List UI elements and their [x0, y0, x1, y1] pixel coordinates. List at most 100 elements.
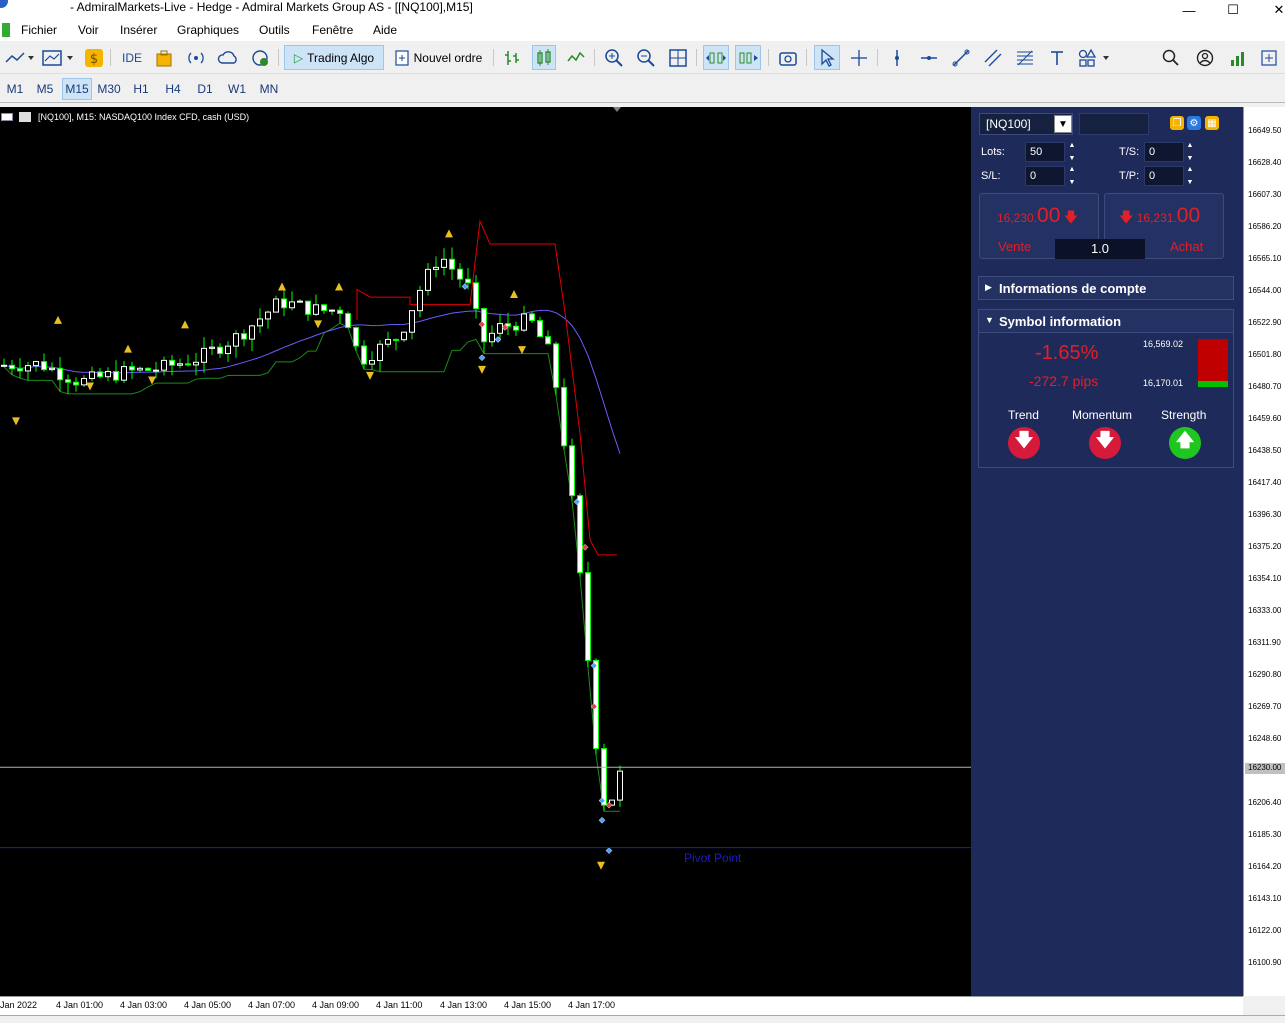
- menu-graphiques[interactable]: Graphiques: [177, 23, 239, 37]
- time-tick-label: 4 Jan 11:00: [376, 1000, 423, 1010]
- chart-template-dropdown[interactable]: [40, 45, 76, 70]
- tf-w1[interactable]: W1: [222, 78, 252, 100]
- spin-down-icon[interactable]: ▼: [1069, 179, 1076, 186]
- auto-scroll-button[interactable]: [703, 45, 729, 70]
- maximize-button[interactable]: ☐: [1210, 0, 1256, 20]
- channel-button[interactable]: [982, 45, 1004, 70]
- toolbar-separator: [594, 49, 595, 66]
- menu-aide[interactable]: Aide: [373, 23, 397, 37]
- chart-area[interactable]: [NQ100], M15: NASDAQ100 Index CFD, cash …: [0, 107, 971, 996]
- candle-body: [537, 320, 543, 338]
- account-info-header[interactable]: ▶ Informations de compte: [978, 276, 1234, 300]
- signals-button[interactable]: [184, 45, 208, 70]
- menu-fenetre[interactable]: Fenêtre: [312, 23, 353, 37]
- connection-status[interactable]: [1228, 45, 1250, 70]
- tf-m15[interactable]: M15: [62, 78, 92, 100]
- tf-m30[interactable]: M30: [94, 78, 124, 100]
- price-axis[interactable]: 16649.50 16628.40 16607.30 16586.20 16565.10…: [1243, 107, 1285, 996]
- menu-outils[interactable]: Outils: [259, 23, 290, 37]
- text-button[interactable]: [1046, 45, 1068, 70]
- tf-h4[interactable]: H4: [158, 78, 188, 100]
- bar-chart-button[interactable]: [500, 45, 524, 70]
- close-button[interactable]: ✕: [1256, 0, 1285, 20]
- tf-m1[interactable]: M1: [0, 78, 30, 100]
- line-chart-button[interactable]: [564, 45, 588, 70]
- tp-input[interactable]: 0: [1144, 166, 1184, 186]
- tf-h1[interactable]: H1: [126, 78, 156, 100]
- trading-algo-label: Trading Algo: [307, 50, 375, 65]
- tp-spinner[interactable]: ▲ ▼: [1185, 166, 1195, 186]
- symbol-info-header[interactable]: ▼ Symbol information: [978, 309, 1234, 333]
- fibonacci-button[interactable]: [1014, 45, 1036, 70]
- zoom-in-button[interactable]: [602, 45, 626, 70]
- candle-body: [401, 331, 407, 341]
- sl-input[interactable]: 0: [1025, 166, 1065, 186]
- candle-body: [33, 361, 39, 367]
- spin-down-icon[interactable]: ▼: [1187, 155, 1194, 162]
- spin-down-icon[interactable]: ▼: [1069, 155, 1076, 162]
- new-order-button[interactable]: Nouvel ordre: [390, 45, 486, 70]
- tf-mn[interactable]: MN: [254, 78, 284, 100]
- candlestick-icon: [537, 48, 551, 66]
- spin-up-icon[interactable]: ▲: [1069, 142, 1076, 149]
- cursor-button[interactable]: [814, 45, 840, 70]
- ts-input[interactable]: 0: [1144, 142, 1184, 162]
- lots-spinner[interactable]: ▲ ▼: [1067, 142, 1077, 162]
- gear-icon[interactable]: ⚙: [1187, 116, 1201, 130]
- time-axis[interactable]: Jan 2022 4 Jan 01:00 4 Jan 03:00 4 Jan 05:0…: [0, 996, 1243, 1015]
- ts-spinner[interactable]: ▲ ▼: [1185, 142, 1195, 162]
- candle-body: [457, 268, 463, 280]
- tf-d1[interactable]: D1: [190, 78, 220, 100]
- trendline-button[interactable]: [950, 45, 972, 70]
- chart-shift-button[interactable]: [735, 45, 761, 70]
- chevron-down-icon[interactable]: ▼: [1054, 115, 1072, 133]
- tile-windows-button[interactable]: [666, 45, 690, 70]
- shapes-dropdown[interactable]: [1076, 45, 1112, 70]
- vps-button[interactable]: [248, 45, 272, 70]
- text-tool-icon: [1051, 50, 1063, 65]
- menu-inserer[interactable]: Insérer: [120, 23, 157, 37]
- spin-up-icon[interactable]: ▲: [1187, 142, 1194, 149]
- sl-spinner[interactable]: ▲ ▼: [1067, 166, 1077, 186]
- menu-voir[interactable]: Voir: [78, 23, 99, 37]
- line-chart-dropdown[interactable]: [2, 45, 36, 70]
- play-icon: ▷: [293, 50, 304, 65]
- price-tick-label: 16206.40: [1248, 798, 1282, 807]
- minimize-button[interactable]: —: [1166, 0, 1212, 20]
- cloud-button[interactable]: [216, 45, 240, 70]
- time-tick-label: 4 Jan 17:00: [568, 1000, 616, 1010]
- crosshair-button[interactable]: [848, 45, 870, 70]
- strategy-tester-button[interactable]: [152, 45, 176, 70]
- change-percent: -1.65%: [1035, 342, 1099, 364]
- account-button[interactable]: [1194, 45, 1216, 70]
- us-flag-icon: [1, 113, 13, 121]
- toolbar-separator: [806, 49, 807, 66]
- tf-m5[interactable]: M5: [30, 78, 60, 100]
- cursor-arrow-icon: [821, 48, 835, 67]
- candle-body: [17, 368, 23, 372]
- trading-algo-button[interactable]: ▷ Trading Algo: [284, 45, 384, 70]
- ide-button[interactable]: IDE: [118, 45, 146, 70]
- layout-icon[interactable]: ▦: [1205, 116, 1219, 130]
- spin-up-icon[interactable]: ▲: [1069, 166, 1076, 173]
- spin-up-icon[interactable]: ▲: [1187, 166, 1194, 173]
- symbol-extra-field[interactable]: [1079, 113, 1149, 135]
- lots-input[interactable]: 50: [1025, 142, 1065, 162]
- sl-label: S/L:: [981, 170, 1001, 182]
- extra-tool-button[interactable]: [1258, 45, 1284, 70]
- zoom-out-button[interactable]: [634, 45, 658, 70]
- fractal-arrow-marker: [478, 365, 486, 374]
- market-button[interactable]: $: [83, 45, 105, 70]
- search-button[interactable]: [1160, 45, 1182, 70]
- quantity-input[interactable]: 1.0: [1055, 239, 1145, 259]
- chart-canvas[interactable]: [0, 107, 971, 996]
- candle-body: [145, 367, 151, 371]
- vertical-line-button[interactable]: [886, 45, 908, 70]
- candlestick-button[interactable]: [532, 45, 556, 70]
- horizontal-line-button[interactable]: [918, 45, 940, 70]
- spin-down-icon[interactable]: ▼: [1187, 179, 1194, 186]
- copy-icon[interactable]: ❐: [1170, 116, 1184, 130]
- sell-price-big: 00: [1037, 204, 1061, 227]
- screenshot-button[interactable]: [776, 45, 800, 70]
- menu-fichier[interactable]: Fichier: [21, 23, 57, 37]
